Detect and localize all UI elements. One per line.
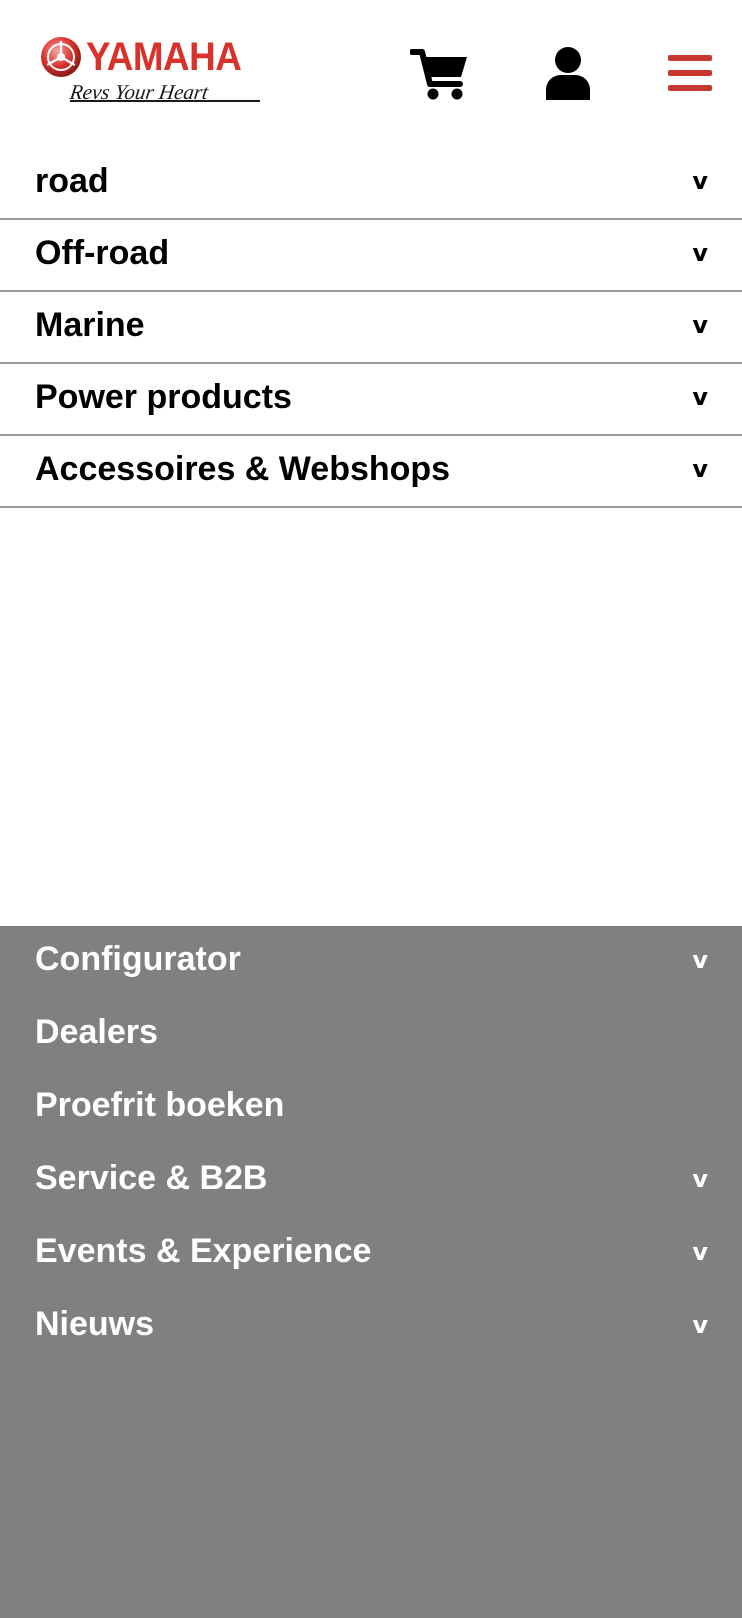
tuning-fork-emblem-icon [41, 37, 81, 77]
chevron-down-icon[interactable]: v [692, 383, 708, 411]
user-icon[interactable] [544, 46, 592, 100]
nav-item-proefrit-boeken[interactable]: Proefrit boeken [0, 1072, 742, 1145]
chevron-down-icon[interactable]: v [692, 1238, 708, 1266]
yamaha-logo[interactable]: YAMAHA Revs Your Heart [40, 35, 261, 108]
secondary-nav: Configurator v Dealers Proefrit boeken S… [0, 926, 742, 1618]
nav-item-off-road[interactable]: Off-road v [0, 220, 742, 292]
nav-item-power-products[interactable]: Power products v [0, 364, 742, 436]
primary-nav: road v Off-road v Marine v Power product… [0, 148, 742, 508]
chevron-down-icon[interactable]: v [692, 1165, 708, 1193]
nav-item-label: Power products [35, 378, 292, 416]
nav-item-nieuws[interactable]: Nieuws v [0, 1291, 742, 1364]
nav-item-configurator[interactable]: Configurator v [0, 926, 742, 999]
tagline-underline [69, 100, 261, 102]
nav-item-events-experience[interactable]: Events & Experience v [0, 1218, 742, 1291]
chevron-down-icon[interactable]: v [692, 167, 708, 195]
nav-item-label: Events & Experience [35, 1232, 372, 1270]
nav-item-label: road [35, 162, 109, 200]
nav-item-road[interactable]: road v [0, 148, 742, 220]
chevron-down-icon[interactable]: v [692, 946, 708, 974]
brand-wordmark: YAMAHA [86, 35, 242, 79]
nav-item-label: Marine [35, 306, 145, 344]
nav-item-label: Accessoires & Webshops [35, 450, 451, 488]
chevron-down-icon[interactable]: v [692, 239, 708, 267]
nav-item-label: Nieuws [35, 1305, 155, 1343]
hamburger-menu-icon[interactable] [666, 52, 714, 94]
shopping-cart-icon[interactable] [410, 46, 470, 102]
nav-item-accessoires-webshops[interactable]: Accessoires & Webshops v [0, 436, 742, 508]
nav-item-label: Configurator [35, 940, 241, 978]
nav-item-dealers[interactable]: Dealers [0, 999, 742, 1072]
chevron-down-icon[interactable]: v [692, 1311, 708, 1339]
nav-item-label: Off-road [35, 234, 170, 272]
nav-item-marine[interactable]: Marine v [0, 292, 742, 364]
chevron-down-icon[interactable]: v [692, 455, 708, 483]
nav-item-label: Proefrit boeken [35, 1086, 285, 1124]
nav-item-label: Dealers [35, 1013, 158, 1051]
chevron-down-icon[interactable]: v [692, 311, 708, 339]
nav-item-label: Service & B2B [35, 1159, 268, 1197]
site-header: YAMAHA Revs Your Heart [0, 0, 742, 145]
nav-item-service-b2b[interactable]: Service & B2B v [0, 1145, 742, 1218]
